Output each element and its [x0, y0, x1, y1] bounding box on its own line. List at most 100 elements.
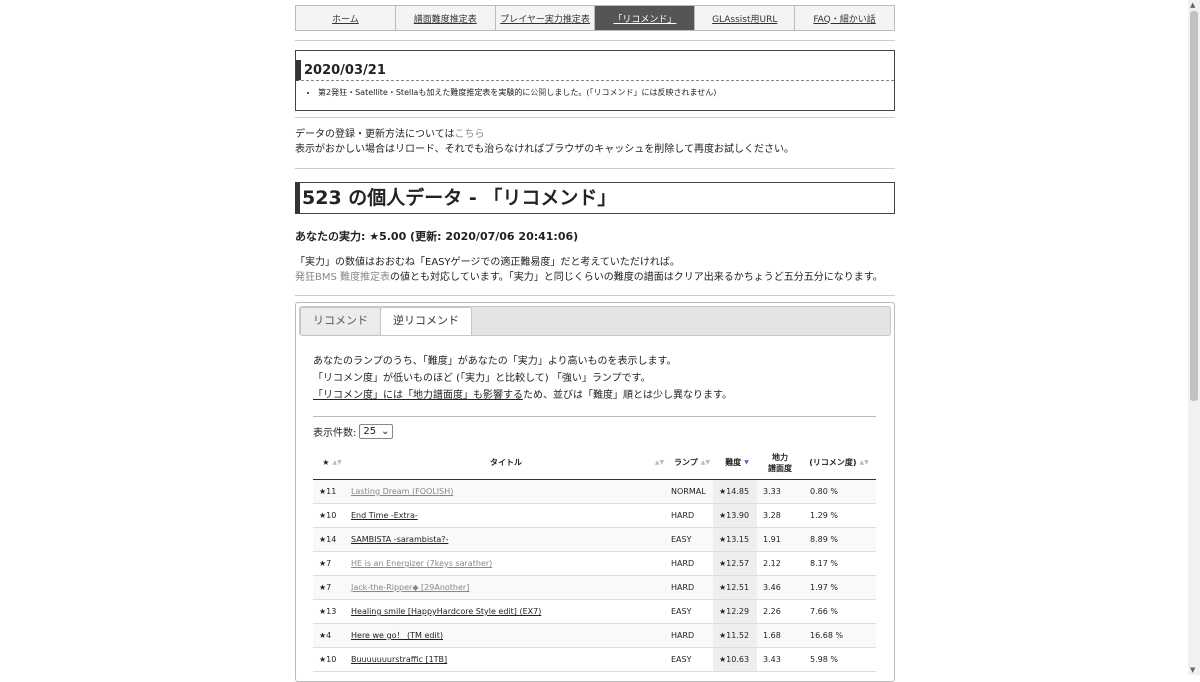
col-jiryoku[interactable]: 地力 譜面度	[763, 446, 797, 479]
song-title-link[interactable]: End Time -Extra-	[351, 504, 418, 527]
sort-desc-icon: ▼	[744, 459, 749, 466]
col-difficulty[interactable]: 難度 ▼	[717, 446, 757, 479]
cell-jiryoku: 2.12	[763, 559, 781, 568]
cell-difficulty: ★12.51	[713, 576, 757, 599]
cell-jiryoku: 1.68	[763, 631, 781, 640]
cell-jiryoku: 1.91	[763, 535, 781, 544]
cell-recommend: 1.29 %	[810, 511, 838, 520]
cell-recommend: 1.97 %	[810, 583, 838, 592]
cell-jiryoku: 2.26	[763, 607, 781, 616]
nav-recommend[interactable]: 「リコメンド」	[595, 6, 696, 30]
page-title: 523 の個人データ - 「リコメンド」	[295, 182, 895, 214]
cell-difficulty: ★13.90	[713, 504, 757, 527]
cell-jiryoku: 3.46	[763, 583, 781, 592]
tab-recommend[interactable]: リコメンド	[300, 307, 381, 334]
difficulty-table-link[interactable]: 発狂BMS 難度推定表	[295, 272, 390, 283]
cell-lamp: HARD	[671, 559, 695, 568]
sort-icon: ▲▼	[332, 459, 342, 466]
power-description: 「実力」の数値はおおむね「EASYゲージでの適正難易度」だと考えていただければ。…	[295, 257, 883, 283]
cell-jiryoku: 3.43	[763, 655, 781, 664]
song-title-link[interactable]: HE is an Energizer (7keys sarather)	[351, 552, 492, 575]
table-body: ★11 Lasting Dream (FOOLISH) NORMAL ★14.85 3.…	[313, 480, 876, 672]
song-title-link[interactable]: Here we go！ (TM edit)	[351, 624, 443, 647]
scrollbar-thumb[interactable]	[1190, 11, 1198, 401]
song-title-link[interactable]: Buuuuuuurstraffic [1TB]	[351, 648, 447, 671]
cell-star: ★10	[319, 655, 337, 664]
table-header: ★ ▲▼ タイトル ▲▼ ランプ ▲▼ 難度 ▼ 地力 譜面度 (リコメン度) ▲▼	[313, 446, 876, 480]
news-date: 2020/03/21	[296, 60, 894, 81]
cell-jiryoku: 3.28	[763, 511, 781, 520]
nav-glassist-url[interactable]: GLAssist用URL	[695, 6, 796, 30]
cell-star: ★7	[319, 559, 332, 568]
player-power: あなたの実力: ★5.00 (更新: 2020/07/06 20:41:06)	[295, 230, 579, 243]
cell-star: ★4	[319, 631, 332, 640]
cell-difficulty: ★12.57	[713, 552, 757, 575]
song-title-link[interactable]: SAMBISTA -sarambista?-	[351, 528, 448, 551]
cell-star: ★13	[319, 607, 337, 616]
scrollbar[interactable]: ▲ ▼	[1188, 0, 1200, 675]
scroll-up-icon[interactable]: ▲	[1190, 1, 1195, 9]
cell-difficulty: ★10.63	[713, 648, 757, 671]
divider	[295, 40, 895, 41]
cell-difficulty: ★12.29	[713, 600, 757, 623]
sort-icon: ▲▼	[859, 459, 869, 466]
cell-recommend: 5.98 %	[810, 655, 838, 664]
cell-lamp: HARD	[671, 511, 695, 520]
table-row: ★10 End Time -Extra- HARD ★13.90 3.28 1.29 %	[313, 504, 876, 528]
news-link[interactable]: 公開	[530, 88, 546, 97]
cell-lamp: NORMAL	[671, 487, 706, 496]
tab-reverse-recommend[interactable]: 逆リコメンド	[380, 307, 472, 335]
nav-player-skill[interactable]: プレイヤー実力推定表	[495, 6, 596, 30]
cell-star: ★11	[319, 487, 337, 496]
table-row: ★7 HE is an Energizer (7keys sarather) HAR…	[313, 552, 876, 576]
cell-recommend: 0.80 %	[810, 487, 838, 496]
nav-chart-difficulty[interactable]: 譜面難度推定表	[395, 6, 496, 30]
page-size-select[interactable]: 25 ⌄	[359, 424, 394, 439]
news-item: 第2発狂・Satellite・Stellaも加えた難度推定表を実験的に公開しまし…	[318, 87, 716, 98]
nav-home[interactable]: ホーム	[296, 6, 396, 30]
cell-star: ★10	[319, 511, 337, 520]
top-nav: ホーム 譜面難度推定表 プレイヤー実力推定表 「リコメンド」 GLAssist用…	[295, 5, 895, 31]
cell-recommend: 7.66 %	[810, 607, 838, 616]
cell-star: ★14	[319, 535, 337, 544]
cell-lamp: EASY	[671, 607, 692, 616]
news-list: 第2発狂・Satellite・Stellaも加えた難度推定表を実験的に公開しまし…	[296, 87, 716, 98]
song-title-link[interactable]: Lasting Dream (FOOLISH)	[351, 480, 453, 503]
tab-description: あなたのランプのうち、「難度」があなたの「実力」より高いものを表示します。 「リ…	[313, 356, 732, 401]
cell-difficulty: ★14.85	[713, 480, 757, 503]
col-star[interactable]: ★ ▲▼	[319, 446, 345, 479]
table-row: ★4 Here we go！ (TM edit) HARD ★11.52 1.68 16.…	[313, 624, 876, 648]
cell-recommend: 8.17 %	[810, 559, 838, 568]
cell-recommend: 8.89 %	[810, 535, 838, 544]
cell-lamp: HARD	[671, 631, 695, 640]
song-title-link[interactable]: Healing smile [HappyHardcore Style edit]…	[351, 600, 541, 623]
cell-lamp: EASY	[671, 535, 692, 544]
divider	[295, 295, 895, 296]
cell-lamp: EASY	[671, 655, 692, 664]
sort-icon: ▲▼	[654, 459, 665, 466]
col-recommend[interactable]: (リコメン度) ▲▼	[803, 446, 875, 479]
col-title[interactable]: タイトル	[351, 446, 661, 479]
register-guide-link[interactable]: こちら	[455, 129, 485, 140]
cell-star: ★7	[319, 583, 332, 592]
table-row: ★10 Buuuuuuurstraffic [1TB] EASY ★10.63 3.43…	[313, 648, 876, 672]
divider	[313, 416, 876, 417]
cell-jiryoku: 3.33	[763, 487, 781, 496]
divider	[295, 117, 895, 118]
nav-faq[interactable]: FAQ・細かい話	[795, 6, 894, 30]
page-size-control: 表示件数: 25 ⌄	[313, 424, 394, 439]
table-row: ★11 Lasting Dream (FOOLISH) NORMAL ★14.85 3.…	[313, 480, 876, 504]
cell-difficulty: ★13.15	[713, 528, 757, 551]
table-row: ★14 SAMBISTA -sarambista?- EASY ★13.15 1.91 8…	[313, 528, 876, 552]
cell-lamp: HARD	[671, 583, 695, 592]
scroll-down-icon[interactable]: ▼	[1190, 666, 1195, 674]
col-lamp[interactable]: ランプ ▲▼	[671, 446, 713, 479]
song-title-link[interactable]: Jack-the-Ripper◆ [29Another]	[351, 576, 469, 599]
cell-difficulty: ★11.52	[713, 624, 757, 647]
news-box: 2020/03/21 第2発狂・Satellite・Stellaも加えた難度推定…	[295, 50, 895, 111]
chevron-down-icon: ⌄	[380, 426, 390, 437]
sort-icon: ▲▼	[700, 459, 710, 466]
recommend-table: ★ ▲▼ タイトル ▲▼ ランプ ▲▼ 難度 ▼ 地力 譜面度 (リコメン度) ▲▼ ★1…	[313, 446, 876, 672]
table-row: ★13 Healing smile [HappyHardcore Style ed…	[313, 600, 876, 624]
table-row: ★7 Jack-the-Ripper◆ [29Another] HARD ★12.51…	[313, 576, 876, 600]
